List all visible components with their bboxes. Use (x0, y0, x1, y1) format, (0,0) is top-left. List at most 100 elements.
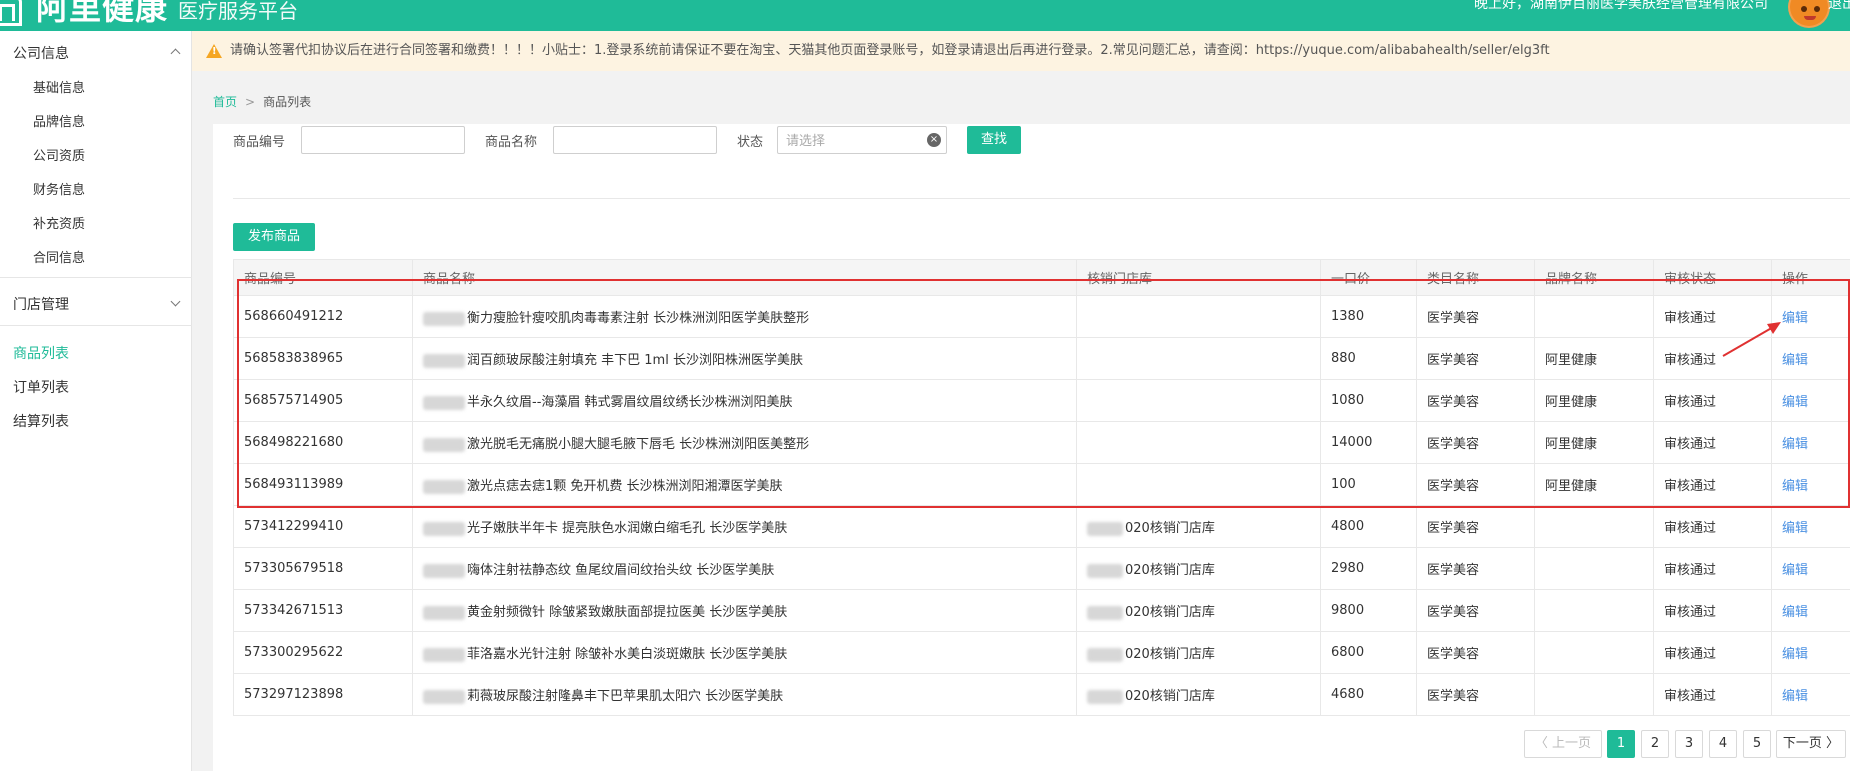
redacted-mark (423, 647, 465, 662)
store-library-text: 020核销门店库 (1125, 521, 1215, 536)
page-button-5[interactable]: 5 (1743, 730, 1771, 758)
store-library-cell: 020核销门店库 (1076, 631, 1321, 674)
store-library-text: 020核销门店库 (1125, 563, 1215, 578)
product-code-label: 商品编号 (233, 135, 286, 150)
store-library-cell: 020核销门店库 (1076, 589, 1321, 632)
product-code-cell: 573297123898 (233, 673, 413, 716)
status-label: 状态 (737, 135, 764, 150)
sidebar-group-company[interactable]: 公司信息 (13, 43, 69, 63)
warning-icon (206, 44, 222, 58)
edit-link[interactable]: 编辑 (1771, 673, 1850, 716)
page-button-1[interactable]: 1 (1607, 730, 1635, 758)
product-code-cell: 573300295622 (233, 631, 413, 674)
redacted-mark (1087, 647, 1123, 662)
sidebar-item-basic-info[interactable]: 基础信息 (33, 77, 85, 96)
publish-product-button[interactable]: 发布商品 (233, 223, 315, 251)
brand-cell (1534, 589, 1654, 632)
page-button-2[interactable]: 2 (1641, 730, 1669, 758)
avatar[interactable] (1788, 0, 1830, 28)
table-row: 573297123898 莉薇玻尿酸注射隆鼻丰下巴苹果肌太阳穴 长沙医学美肤 0… (233, 673, 1850, 716)
redacted-mark (423, 521, 465, 536)
product-name-text: 光子嫩肤半年卡 提亮肤色水润嫩白缩毛孔 长沙医学美肤 (467, 521, 788, 536)
logo-subtitle: 医疗服务平台 (178, 0, 299, 23)
edit-link[interactable]: 编辑 (1771, 505, 1850, 548)
redacted-mark (423, 563, 465, 578)
prev-page-button[interactable]: 〈 上一页 (1524, 730, 1602, 758)
review-status-cell: 审核通过 (1653, 673, 1772, 716)
logo-icon (0, 0, 22, 26)
product-name-cell: 菲洛嘉水光针注射 除皱补水美白淡斑嫩肤 长沙医学美肤 (412, 631, 1077, 674)
store-library-cell: 020核销门店库 (1076, 505, 1321, 548)
store-library-cell: 020核销门店库 (1076, 673, 1321, 716)
edit-link[interactable]: 编辑 (1771, 547, 1850, 590)
price-cell: 9800 (1320, 589, 1417, 632)
sidebar-item-brand-info[interactable]: 品牌信息 (33, 111, 85, 130)
product-name-input[interactable] (553, 126, 717, 154)
sidebar-item-contract-info[interactable]: 合同信息 (33, 247, 85, 266)
sidebar-group-label: 公司信息 (13, 46, 69, 62)
sidebar-item-finance-info[interactable]: 财务信息 (33, 179, 85, 198)
highlight-box (237, 279, 1850, 508)
price-cell: 4680 (1320, 673, 1417, 716)
price-cell: 2980 (1320, 547, 1417, 590)
sidebar-item-extra-qualification[interactable]: 补充资质 (33, 213, 85, 232)
chevron-up-icon[interactable] (170, 48, 181, 59)
filter-divider (233, 198, 1850, 199)
redacted-mark (1087, 689, 1123, 704)
brand-cell (1534, 673, 1654, 716)
clear-icon[interactable]: × (927, 133, 941, 147)
product-code-cell: 573412299410 (233, 505, 413, 548)
redacted-mark (423, 689, 465, 704)
redacted-mark (1087, 563, 1123, 578)
breadcrumb: 首页 > 商品列表 (213, 93, 311, 110)
logout-link[interactable]: 退出 (1828, 0, 1850, 12)
store-library-text: 020核销门店库 (1125, 689, 1215, 704)
sidebar-divider (0, 325, 192, 326)
breadcrumb-home[interactable]: 首页 (213, 95, 237, 109)
product-name-text: 嗨体注射祛静态纹 鱼尾纹眉间纹抬头纹 长沙医学美肤 (467, 563, 775, 578)
sidebar-item-order-list[interactable]: 订单列表 (13, 377, 69, 397)
store-library-text: 020核销门店库 (1125, 647, 1215, 662)
sidebar: 公司信息 基础信息 品牌信息 公司资质 财务信息 补充资质 合同信息 门店管理 … (0, 31, 192, 771)
product-name-cell: 黄金射频微针 除皱紧致嫩肤面部提拉医美 长沙医学美肤 (412, 589, 1077, 632)
store-library-text: 020核销门店库 (1125, 605, 1215, 620)
brand-cell (1534, 505, 1654, 548)
product-name-text: 菲洛嘉水光针注射 除皱补水美白淡斑嫩肤 长沙医学美肤 (467, 647, 788, 662)
page-button-4[interactable]: 4 (1709, 730, 1737, 758)
brand-cell (1534, 631, 1654, 674)
sidebar-divider (0, 277, 192, 278)
edit-link[interactable]: 编辑 (1771, 589, 1850, 632)
category-cell: 医学美容 (1416, 631, 1535, 674)
redacted-mark (1087, 605, 1123, 620)
price-cell: 6800 (1320, 631, 1417, 674)
product-code-cell: 573305679518 (233, 547, 413, 590)
sidebar-group-store[interactable]: 门店管理 (13, 294, 69, 314)
page-button-3[interactable]: 3 (1675, 730, 1703, 758)
status-select[interactable] (777, 126, 947, 154)
review-status-cell: 审核通过 (1653, 505, 1772, 548)
sidebar-item-company-qualification[interactable]: 公司资质 (33, 145, 85, 164)
top-bar: 阿里健康 医疗服务平台 晚上好，湖南伊百丽医学美肤经营管理有限公司 退出 (0, 0, 1850, 31)
review-status-cell: 审核通过 (1653, 631, 1772, 674)
chevron-down-icon[interactable] (170, 296, 181, 307)
sidebar-item-settlement-list[interactable]: 结算列表 (13, 411, 69, 431)
brand-cell (1534, 547, 1654, 590)
category-cell: 医学美容 (1416, 505, 1535, 548)
main-content: 商品编号 商品名称 状态 × 查找 发布商品 商品编号 商品名称 核销门店库 一… (213, 124, 1850, 771)
notice-banner: 请确认签署代扣协议后在进行合同签署和缴费！！！！小贴士：1.登录系统前请保证不要… (192, 31, 1850, 71)
search-button[interactable]: 查找 (967, 126, 1021, 154)
sidebar-item-product-list[interactable]: 商品列表 (13, 343, 69, 363)
review-status-cell: 审核通过 (1653, 589, 1772, 632)
table-row: 573412299410 光子嫩肤半年卡 提亮肤色水润嫩白缩毛孔 长沙医学美肤 … (233, 505, 1850, 548)
notice-text: 请确认签署代扣协议后在进行合同签署和缴费！！！！小贴士：1.登录系统前请保证不要… (230, 43, 1550, 58)
redacted-mark (423, 605, 465, 620)
logo-title: 阿里健康 (36, 0, 169, 27)
category-cell: 医学美容 (1416, 547, 1535, 590)
breadcrumb-current: 商品列表 (263, 95, 312, 109)
product-code-input[interactable] (301, 126, 465, 154)
logo[interactable]: 阿里健康 医疗服务平台 (0, 0, 298, 26)
next-page-button[interactable]: 下一页 〉 (1776, 730, 1846, 758)
table-row: 573305679518 嗨体注射祛静态纹 鱼尾纹眉间纹抬头纹 长沙医学美肤 0… (233, 547, 1850, 590)
table-row: 573342671513 黄金射频微针 除皱紧致嫩肤面部提拉医美 长沙医学美肤 … (233, 589, 1850, 632)
edit-link[interactable]: 编辑 (1771, 631, 1850, 674)
